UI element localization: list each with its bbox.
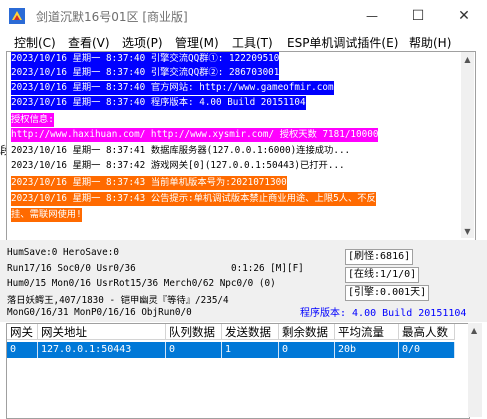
log-scrollbar[interactable]: ▲ ▼ [461, 52, 474, 238]
table-cell[interactable]: 1 [222, 342, 279, 358]
log-line: 2023/10/16 星期一 8:37:41 数据库服务器(127.0.0.1:… [11, 144, 351, 158]
status-save: HumSave:0 HeroSave:0 [7, 247, 119, 258]
engine-days: [引擎:0.001天] [345, 285, 430, 301]
table-cell[interactable]: 0/0 [399, 342, 455, 358]
status-uptime: 0:1:26 [M][F] [231, 263, 304, 274]
menu-manage[interactable]: 管理(M) [175, 34, 219, 51]
log-list: 2023/10/16 星期一 8:37:40 引擎交流QQ群①: 1222095… [7, 52, 461, 238]
log-line: 2023/10/16 星期一 8:37:43 公告提示:单机调试版本禁止商业用途… [11, 192, 376, 206]
status-monster: 落日妖鳄王,407/1830 - 铠甲幽灵『等待』/235/4 [7, 295, 229, 306]
minimize-icon: — [366, 8, 378, 23]
table-scrollbar[interactable]: ▲ [468, 323, 482, 417]
status-mong: MonG0/16/31 MonP0/16/16 ObjRun0/0 [7, 307, 192, 318]
column-header[interactable]: 平均流量 [335, 324, 399, 340]
log-line: 挂、需联网使用! [11, 208, 82, 222]
table-cell[interactable]: 0 [166, 342, 222, 358]
maximize-button[interactable]: ☐ [395, 0, 441, 31]
menu-view[interactable]: 查看(V) [68, 34, 110, 51]
window-title: 剑道沉默16号01区 [商业版] [36, 10, 188, 24]
refresh-count: [刷怪:6816] [345, 249, 414, 265]
minimize-button[interactable]: — [349, 0, 395, 31]
table-cell[interactable]: 0 [7, 342, 38, 358]
log-line: 2023/10/16 星期一 8:37:40 引擎交流QQ群①: 1222095… [11, 52, 280, 66]
column-header[interactable]: 网关地址 [38, 324, 166, 340]
log-line: 2023/10/16 星期一 8:37:40 官方网站: http://www.… [11, 81, 334, 95]
maximize-icon: ☐ [411, 7, 425, 24]
online-count: [在线:1/1/0] [345, 267, 420, 283]
column-header[interactable]: 网关 [7, 324, 38, 340]
scroll-up-icon[interactable]: ▲ [463, 55, 472, 64]
program-version: 程序版本: 4.00 Build 20151104 [300, 308, 467, 319]
menu-control[interactable]: 控制(C) [14, 34, 56, 51]
status-hum: Hum0/15 Mon0/16 UsrRot15/36 Merch0/62 Np… [7, 278, 276, 289]
app-icon[interactable] [9, 8, 25, 24]
log-line: 2023/10/16 星期一 8:37:40 引擎交流QQ群②: 2867030… [11, 66, 280, 80]
log-line: 2023/10/16 星期一 8:37:43 当前单机版本号为:20210713… [11, 176, 287, 190]
log-line: 2023/10/16 星期一 8:37:40 程序版本: 4.00 Build … [11, 96, 306, 110]
scroll-down-icon[interactable]: ▼ [463, 227, 472, 236]
menu-help[interactable]: 帮助(H) [409, 34, 451, 51]
close-icon: ✕ [458, 7, 470, 24]
menu-tools[interactable]: 工具(T) [232, 34, 273, 51]
column-header[interactable]: 发送数据 [222, 324, 279, 340]
scroll-up-icon[interactable]: ▲ [471, 326, 477, 335]
close-button[interactable]: ✕ [441, 0, 487, 31]
table-cell[interactable]: 0 [279, 342, 335, 358]
status-panel: HumSave:0 HeroSave:0 Run17/16 Soc0/0 Usr… [0, 240, 487, 322]
log-line: http://www.haxihuan.com/ http://www.xysm… [11, 128, 379, 142]
column-header[interactable]: 队列数据 [166, 324, 222, 340]
menu-esp-plugin[interactable]: ESP单机调试插件(E) [287, 34, 398, 51]
column-header[interactable]: 剩余数据 [279, 324, 335, 340]
title-bar: 剑道沉默16号01区 [商业版] — ☐ ✕ [0, 0, 487, 31]
table-cell[interactable]: 127.0.0.1:50443 [38, 342, 166, 358]
log-line: 授权信息: [11, 113, 54, 127]
column-header[interactable]: 最高人数 [399, 324, 455, 340]
gateway-table: 网关 网关地址 队列数据 发送数据 剩余数据 平均流量 最高人数 0 127.0… [6, 323, 470, 419]
log-line: 2023/10/16 星期一 8:37:42 游戏网关[0](127.0.0.1… [11, 159, 345, 173]
table-cell[interactable]: 20b [335, 342, 399, 358]
status-run: Run17/16 Soc0/0 Usr0/36 [7, 263, 136, 274]
menu-options[interactable]: 选项(P) [122, 34, 163, 51]
